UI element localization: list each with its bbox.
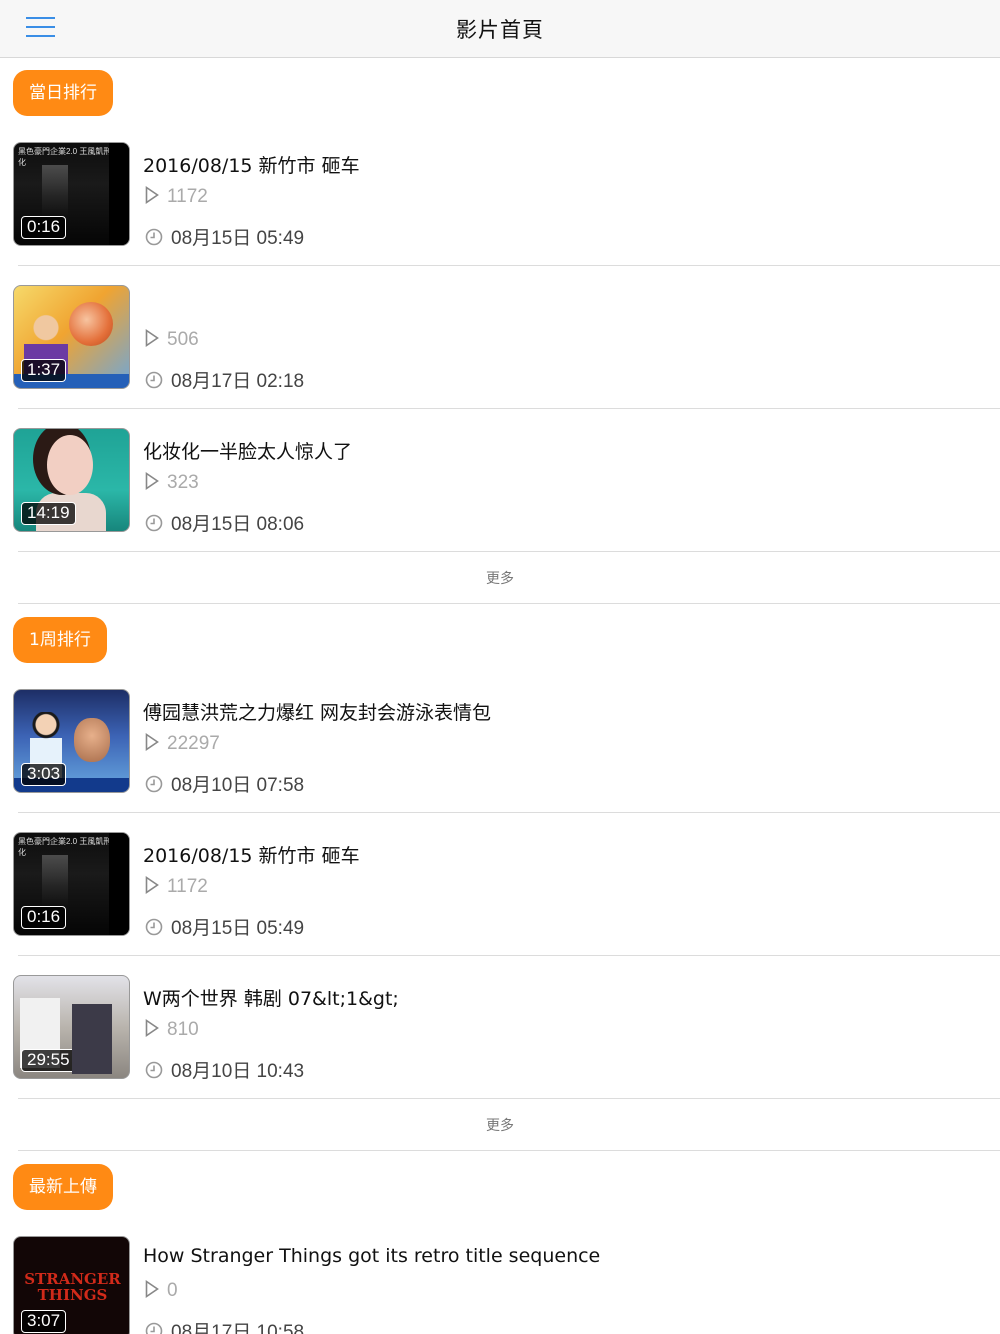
- more-link[interactable]: 更多: [0, 568, 1000, 588]
- view-count: 22297: [145, 733, 220, 755]
- page-title: 影片首頁: [456, 18, 544, 42]
- upload-time: 08月10日 10:43: [145, 1056, 304, 1083]
- divider: [18, 955, 1000, 956]
- section-label-daily-ranking[interactable]: 當日排行: [13, 70, 113, 116]
- thumbnail-caption: 黑色豪門企業2.0 王風凱刑再進化: [18, 837, 128, 857]
- clock-icon: [145, 1061, 163, 1079]
- video-title[interactable]: 2016/08/15 新竹市 砸车: [143, 841, 360, 868]
- view-count: 1172: [145, 876, 208, 898]
- section-label-weekly-ranking[interactable]: 1周排行: [13, 617, 107, 663]
- video-thumbnail[interactable]: 1:37: [13, 285, 130, 389]
- view-count-value: 1172: [167, 186, 208, 207]
- play-icon: [145, 733, 159, 751]
- divider: [18, 1098, 1000, 1099]
- more-link[interactable]: 更多: [0, 1115, 1000, 1135]
- duration-badge: 0:16: [21, 906, 67, 929]
- section-label-latest-uploads[interactable]: 最新上傳: [13, 1164, 113, 1210]
- duration-badge: 1:37: [21, 359, 67, 382]
- navigation-bar: 影片首頁: [0, 0, 1000, 58]
- divider: [18, 1150, 1000, 1151]
- upload-time-value: 08月10日 07:58: [171, 775, 305, 796]
- upload-time-value: 08月17日 10:58: [171, 1322, 305, 1334]
- view-count-value: 810: [167, 1019, 199, 1040]
- upload-time: 08月17日 02:18: [145, 366, 304, 393]
- clock-icon: [145, 1322, 163, 1334]
- upload-time-value: 08月15日 05:49: [171, 228, 305, 249]
- video-title[interactable]: 化妆化一半脸太人惊人了: [143, 437, 352, 464]
- video-title[interactable]: W两个世界 韩剧 07&lt;1&gt;: [143, 984, 399, 1011]
- person-face-graphic: [47, 435, 93, 495]
- duration-badge: 29:55: [21, 1049, 76, 1072]
- video-list-item[interactable]: 1:37 506 08月17日 02:18: [0, 285, 1000, 409]
- upload-time: 08月15日 05:49: [145, 223, 304, 250]
- swimmer-graphic: [74, 718, 110, 762]
- divider: [18, 408, 1000, 409]
- upload-time: 08月15日 08:06: [145, 509, 304, 536]
- view-count-value: 1172: [167, 876, 208, 897]
- clock-icon: [145, 514, 163, 532]
- video-list-item[interactable]: STRANGER THINGS 3:07 How Stranger Things…: [0, 1236, 1000, 1334]
- duration-badge: 0:16: [21, 216, 67, 239]
- thumbnail-logo: STRANGER THINGS: [24, 1270, 121, 1304]
- view-count-value: 506: [167, 329, 199, 350]
- video-thumbnail[interactable]: 29:55: [13, 975, 130, 1079]
- play-icon: [145, 1019, 159, 1037]
- upload-time-value: 08月17日 02:18: [171, 371, 305, 392]
- clock-icon: [145, 228, 163, 246]
- view-count: 810: [145, 1019, 199, 1041]
- divider: [18, 603, 1000, 604]
- video-thumbnail[interactable]: STRANGER THINGS 3:07: [13, 1236, 130, 1334]
- video-title[interactable]: 2016/08/15 新竹市 砸车: [143, 151, 360, 178]
- video-list-item[interactable]: 14:19 化妆化一半脸太人惊人了 323 08月15日 08:06: [0, 428, 1000, 552]
- video-title[interactable]: How Stranger Things got its retro title …: [143, 1245, 600, 1267]
- video-thumbnail[interactable]: 14:19: [13, 428, 130, 532]
- view-count-value: 323: [167, 472, 199, 493]
- view-count-value: 0: [167, 1280, 178, 1301]
- duration-badge: 14:19: [21, 502, 76, 525]
- upload-time: 08月15日 05:49: [145, 913, 304, 940]
- view-count: 323: [145, 472, 199, 494]
- upload-time-value: 08月10日 10:43: [171, 1061, 305, 1082]
- play-icon: [145, 329, 159, 347]
- video-list-item[interactable]: 29:55 W两个世界 韩剧 07&lt;1&gt; 810 08月10日 10…: [0, 975, 1000, 1099]
- upload-time-value: 08月15日 05:49: [171, 918, 305, 939]
- upload-time: 08月17日 10:58: [145, 1317, 304, 1334]
- divider: [18, 551, 1000, 552]
- video-title[interactable]: 傅园慧洪荒之力爆红 网友封会游泳表情包: [143, 698, 491, 725]
- thumbnail-caption: 黑色豪門企業2.0 王風凱刑再進化: [18, 147, 128, 167]
- play-icon: [145, 1280, 159, 1298]
- duration-badge: 3:07: [21, 1310, 67, 1333]
- view-count: 0: [145, 1280, 178, 1302]
- video-list-item[interactable]: 黑色豪門企業2.0 王風凱刑再進化 0:16 2016/08/15 新竹市 砸车…: [0, 142, 1000, 266]
- clock-icon: [145, 918, 163, 936]
- duration-badge: 3:03: [21, 763, 67, 786]
- view-count-value: 22297: [167, 733, 220, 754]
- view-count: 506: [145, 329, 199, 351]
- play-icon: [145, 186, 159, 204]
- fruit-graphic: [69, 302, 113, 346]
- video-list-item[interactable]: 黑色豪門企業2.0 王風凱刑再進化 0:16 2016/08/15 新竹市 砸车…: [0, 832, 1000, 956]
- clock-icon: [145, 775, 163, 793]
- clock-icon: [145, 371, 163, 389]
- video-thumbnail[interactable]: 3:03: [13, 689, 130, 793]
- video-thumbnail[interactable]: 黑色豪門企業2.0 王風凱刑再進化 0:16: [13, 142, 130, 246]
- upload-time-value: 08月15日 08:06: [171, 514, 305, 535]
- play-icon: [145, 876, 159, 894]
- divider: [18, 812, 1000, 813]
- play-icon: [145, 472, 159, 490]
- upload-time: 08月10日 07:58: [145, 770, 304, 797]
- divider: [18, 265, 1000, 266]
- video-list-item[interactable]: 3:03 傅园慧洪荒之力爆红 网友封会游泳表情包 22297 08月10日 07…: [0, 689, 1000, 813]
- view-count: 1172: [145, 186, 208, 208]
- video-thumbnail[interactable]: 黑色豪門企業2.0 王風凱刑再進化 0:16: [13, 832, 130, 936]
